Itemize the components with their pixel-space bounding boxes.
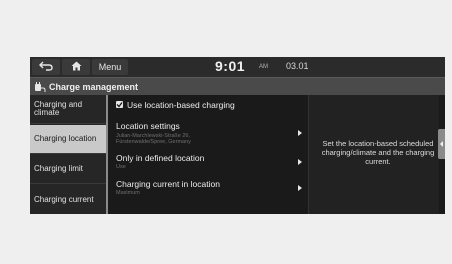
- only-in-defined-location-row[interactable]: Only in defined location Use: [110, 151, 306, 177]
- checkbox-label: Use location-based charging: [127, 100, 235, 110]
- charging-current-in-location-row[interactable]: Charging current in location Maximum: [110, 177, 306, 203]
- back-button[interactable]: [32, 59, 60, 75]
- row-title: Charging current in location: [116, 179, 220, 189]
- left-menu: Charging and climate Charging location C…: [30, 95, 106, 214]
- home-button[interactable]: [62, 59, 90, 75]
- row-subtitle: Use: [116, 164, 126, 170]
- row-title: Location settings: [116, 121, 180, 131]
- location-settings-row[interactable]: Location settings Julian-Marchlewski-Str…: [110, 119, 306, 149]
- page-title: Charge management: [49, 81, 139, 92]
- checkmark-icon: [116, 102, 123, 108]
- menu-button[interactable]: Menu: [92, 59, 128, 75]
- menu-item-label: Charging location: [34, 134, 97, 143]
- menu-item-label: Charging limit: [34, 164, 83, 173]
- clock-date: 03.01: [286, 61, 309, 71]
- clock-ampm: AM: [259, 64, 268, 70]
- status-bar: Menu 9:01 AM 03.01: [30, 57, 445, 77]
- side-panel-handle[interactable]: [438, 129, 445, 159]
- menu-item-charging-location[interactable]: Charging location: [30, 125, 106, 154]
- chevron-right-icon: [298, 159, 302, 165]
- info-text: Set the location-based scheduled chargin…: [321, 139, 435, 166]
- menu-item-charging-limit[interactable]: Charging limit: [30, 155, 106, 184]
- info-panel: Set the location-based scheduled chargin…: [308, 95, 439, 214]
- infotainment-screen: Menu 9:01 AM 03.01 Charge management Cha…: [30, 57, 445, 214]
- home-icon: [71, 61, 82, 73]
- row-title: Only in defined location: [116, 153, 205, 163]
- chevron-right-icon: [298, 130, 302, 136]
- title-bar: Charge management: [30, 77, 445, 95]
- menu-item-charging-and-climate[interactable]: Charging and climate: [30, 95, 106, 124]
- chevron-left-icon: [440, 141, 443, 147]
- row-subtitle: Maximum: [116, 190, 140, 196]
- menu-item-label: Charging current: [34, 194, 94, 204]
- menu-divider: [106, 95, 108, 214]
- clock-time: 9:01: [215, 58, 246, 74]
- chevron-right-icon: [298, 185, 302, 191]
- menu-item-charging-current[interactable]: Charging current: [30, 185, 106, 214]
- row-subtitle: Julian-Marchlewski-Straße 26, Fürstenwal…: [116, 133, 191, 145]
- ev-plug-icon: [34, 81, 46, 93]
- back-arrow-icon: [39, 61, 53, 73]
- menu-item-label: Charging and climate: [34, 100, 83, 117]
- use-location-charging-row[interactable]: Use location-based charging: [110, 95, 306, 115]
- settings-list: Use location-based charging Location set…: [110, 95, 306, 214]
- checkbox[interactable]: [116, 101, 123, 108]
